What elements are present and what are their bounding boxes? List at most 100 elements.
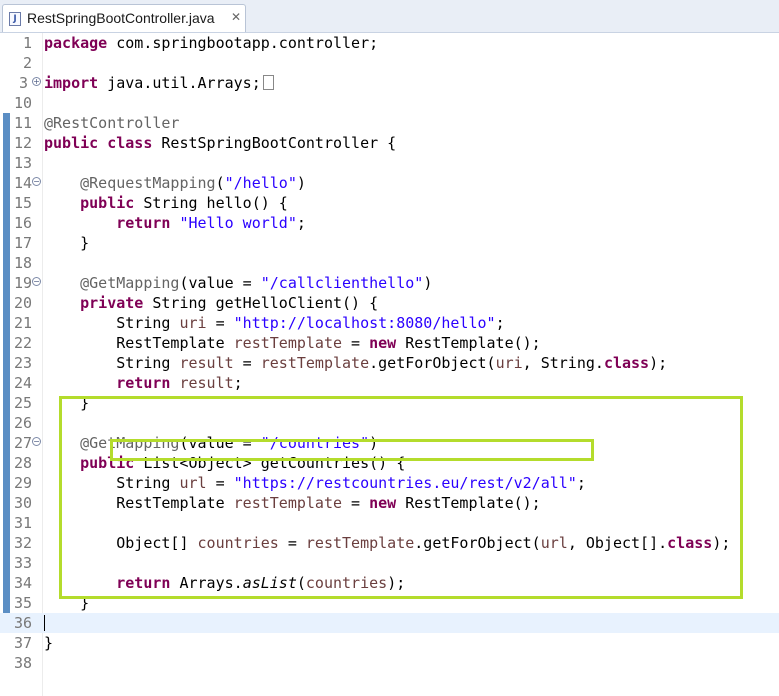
collapse-fold-icon[interactable]: − bbox=[32, 177, 41, 186]
line-number: 13 bbox=[13, 154, 32, 172]
line-number: 17 bbox=[13, 234, 32, 252]
line-number: 23 bbox=[13, 354, 32, 372]
code-line[interactable]: 12 public class RestSpringBootController… bbox=[0, 133, 779, 153]
code-text: private String getHelloClient() { bbox=[44, 294, 378, 312]
editor-tab[interactable]: J RestSpringBootController.java ✕ bbox=[2, 4, 246, 32]
code-line[interactable]: 17 } bbox=[0, 233, 779, 253]
line-number: 22 bbox=[13, 334, 32, 352]
keyword-token: return bbox=[116, 214, 171, 232]
code-token: } bbox=[44, 634, 54, 652]
code-text: @RestController bbox=[44, 114, 179, 132]
line-number: 37 bbox=[13, 634, 32, 652]
line-number: 10 bbox=[13, 94, 32, 112]
line-number: 11 bbox=[13, 114, 32, 132]
editor-tab-bar: J RestSpringBootController.java ✕ bbox=[0, 0, 779, 33]
code-token: ; bbox=[495, 314, 505, 332]
code-token: , String. bbox=[522, 354, 604, 372]
code-token: = bbox=[233, 354, 261, 372]
code-line[interactable]: 37 } bbox=[0, 633, 779, 653]
code-token: = bbox=[342, 334, 370, 352]
code-text: } bbox=[44, 234, 89, 252]
code-token: ) bbox=[423, 274, 433, 292]
line-number: 24 bbox=[13, 374, 32, 392]
code-line[interactable]: 1 package com.springbootapp.controller; bbox=[0, 33, 779, 53]
variable-token: result bbox=[179, 354, 234, 372]
text-caret bbox=[44, 615, 45, 631]
current-code-line[interactable]: 36 bbox=[0, 613, 779, 633]
tab-title: RestSpringBootController.java bbox=[27, 10, 215, 26]
code-line[interactable]: 15 public String hello() { bbox=[0, 193, 779, 213]
code-token: ; bbox=[296, 214, 306, 232]
line-number: 35 bbox=[13, 594, 32, 612]
java-file-icon: J bbox=[9, 12, 21, 26]
code-token: ); bbox=[649, 354, 668, 372]
code-line[interactable]: 10 bbox=[0, 93, 779, 113]
code-token: ) bbox=[296, 174, 306, 192]
code-text: String uri = "http://localhost:8080/hell… bbox=[44, 314, 505, 332]
code-line[interactable]: 14 − @RequestMapping("/hello") bbox=[0, 173, 779, 193]
code-line[interactable]: 19 − @GetMapping(value = "/callclienthel… bbox=[0, 273, 779, 293]
collapse-fold-icon[interactable]: − bbox=[32, 277, 41, 286]
code-text: @RequestMapping("/hello") bbox=[44, 174, 306, 192]
line-number: 16 bbox=[13, 214, 32, 232]
code-line[interactable]: 16 return "Hello world"; bbox=[0, 213, 779, 233]
collapse-fold-icon[interactable]: − bbox=[32, 437, 41, 446]
line-number: 2 bbox=[22, 54, 32, 72]
code-line[interactable]: 2 bbox=[0, 53, 779, 73]
expand-fold-icon[interactable]: + bbox=[32, 77, 41, 86]
line-number: 15 bbox=[13, 194, 32, 212]
code-token: RestTemplate bbox=[44, 334, 234, 352]
folded-imports-icon[interactable] bbox=[262, 75, 274, 90]
code-text: @GetMapping(value = "/callclienthello") bbox=[44, 274, 432, 292]
code-line[interactable]: 18 bbox=[0, 253, 779, 273]
code-token: java.util.Arrays; bbox=[98, 74, 261, 92]
code-line[interactable]: 38 bbox=[0, 653, 779, 673]
variable-token: uri bbox=[179, 314, 207, 332]
variable-token: uri bbox=[495, 354, 523, 372]
string-token: "/hello" bbox=[224, 174, 297, 192]
line-number: 29 bbox=[13, 474, 32, 492]
line-number: 34 bbox=[13, 574, 32, 592]
code-line[interactable]: 24 return result; bbox=[0, 373, 779, 393]
string-token: "http://localhost:8080/hello" bbox=[233, 314, 496, 332]
code-token: String hello() { bbox=[134, 194, 288, 212]
line-number: 36 bbox=[13, 614, 32, 632]
line-number: 33 bbox=[13, 554, 32, 572]
keyword-token: class bbox=[603, 354, 650, 372]
code-line[interactable]: 13 bbox=[0, 153, 779, 173]
line-number: 26 bbox=[13, 414, 32, 432]
line-number: 28 bbox=[13, 454, 32, 472]
line-number: 38 bbox=[13, 654, 32, 672]
code-text: return result; bbox=[44, 374, 242, 392]
code-line[interactable]: 11 @RestController bbox=[0, 113, 779, 133]
method-highlight-box bbox=[59, 396, 743, 599]
code-text: public class RestSpringBootController { bbox=[44, 134, 396, 152]
line-number: 27 bbox=[13, 434, 32, 452]
variable-token: restTemplate bbox=[260, 354, 370, 372]
line-number: 25 bbox=[13, 394, 32, 412]
string-token: "/callclienthello" bbox=[260, 274, 424, 292]
code-text: return "Hello world"; bbox=[44, 214, 306, 232]
line-number: 1 bbox=[22, 34, 32, 52]
url-highlight-box bbox=[110, 439, 594, 461]
code-line[interactable]: 3 + import java.util.Arrays; bbox=[0, 73, 779, 93]
close-icon[interactable]: ✕ bbox=[231, 10, 241, 24]
line-number: 3 bbox=[18, 74, 28, 92]
keyword-token: public bbox=[80, 194, 135, 212]
keyword-token: package bbox=[44, 34, 108, 52]
code-token: RestTemplate(); bbox=[396, 334, 541, 352]
code-line[interactable]: 23 String result = restTemplate.getForOb… bbox=[0, 353, 779, 373]
code-token: (value = bbox=[179, 274, 261, 292]
code-line[interactable]: 21 String uri = "http://localhost:8080/h… bbox=[0, 313, 779, 333]
code-token: String bbox=[44, 354, 180, 372]
line-number: 19 bbox=[13, 274, 32, 292]
code-line[interactable]: 20 private String getHelloClient() { bbox=[0, 293, 779, 313]
code-line[interactable]: 22 RestTemplate restTemplate = new RestT… bbox=[0, 333, 779, 353]
keyword-token: public bbox=[44, 134, 99, 152]
line-number: 18 bbox=[13, 254, 32, 272]
